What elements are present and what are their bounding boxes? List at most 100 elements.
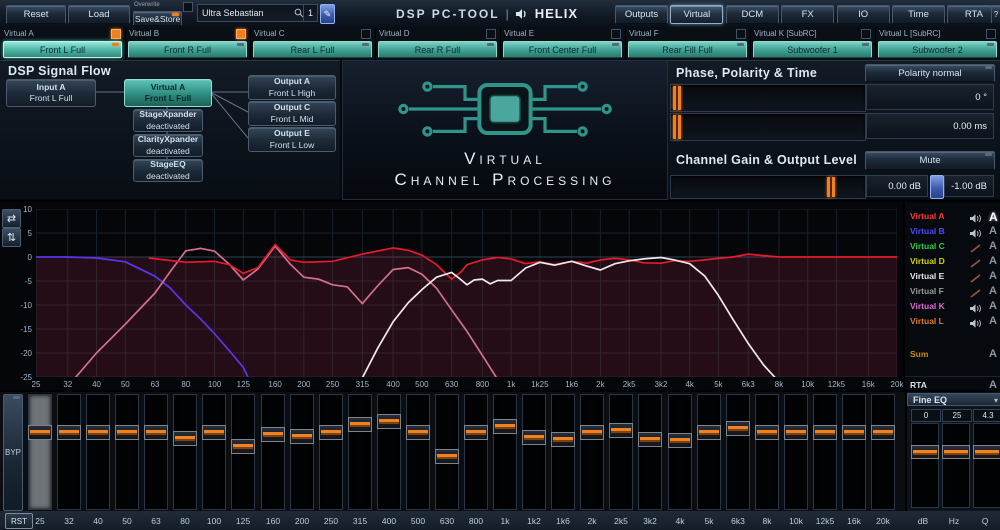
flow-node-output-1[interactable]: Output AFront L High	[248, 75, 336, 100]
chevron-down-icon[interactable]: ▾	[994, 396, 998, 405]
eq-band-track-32[interactable]	[57, 394, 81, 510]
eq-band-handle-20k[interactable]	[871, 425, 895, 440]
speaker-icon[interactable]	[969, 301, 982, 312]
delay-value[interactable]: 0.00 ms	[866, 113, 994, 139]
nav-button-virtual[interactable]: Virtual	[670, 5, 723, 24]
eq-band-handle-8k[interactable]	[755, 425, 779, 440]
eq-band-handle-800[interactable]	[464, 425, 488, 440]
channel-select-button[interactable]: Front Center Full	[503, 41, 622, 58]
fine-eq-value-q[interactable]: 4.3	[973, 409, 1000, 422]
help-button[interactable]: ?	[991, 5, 1000, 24]
eq-band-track-1k[interactable]	[493, 394, 517, 510]
flow-node-output-2[interactable]: Output CFront L Mid	[248, 101, 336, 126]
flow-node-processor-1[interactable]: StageXpanderdeactivated	[133, 109, 203, 132]
eq-bypass-button[interactable]: BYP	[3, 394, 23, 511]
channel-a-button[interactable]: A	[989, 240, 997, 252]
eq-band-track-100[interactable]	[202, 394, 226, 510]
channel-select-button[interactable]: Subwoofer 1	[753, 41, 872, 58]
speaker-icon[interactable]	[969, 316, 982, 327]
fine-eq-handle[interactable]	[973, 445, 1000, 459]
eq-band-track-80[interactable]	[173, 394, 197, 510]
eq-band-track-125[interactable]	[231, 394, 255, 510]
speaker-icon[interactable]	[969, 226, 982, 237]
eq-band-track-4k[interactable]	[668, 394, 692, 510]
virtual-channel-checkbox[interactable]	[736, 29, 746, 39]
eq-band-track-500[interactable]	[406, 394, 430, 510]
channel-a-button[interactable]: A	[989, 315, 997, 327]
flow-node-input[interactable]: Input AFront L Full	[6, 79, 96, 107]
muted-slash-icon[interactable]	[969, 241, 982, 252]
eq-band-track-10k[interactable]	[784, 394, 808, 510]
eq-band-track-5k[interactable]	[697, 394, 721, 510]
eq-band-handle-6k3[interactable]	[726, 421, 750, 436]
gain-slider[interactable]	[670, 175, 866, 199]
channel-a-button[interactable]: A	[989, 285, 997, 297]
fine-eq-handle[interactable]	[942, 445, 970, 459]
muted-slash-icon[interactable]	[969, 256, 982, 267]
eq-band-handle-10k[interactable]	[784, 425, 808, 440]
fine-eq-handle[interactable]	[911, 445, 939, 459]
channel-select-button[interactable]: Rear R Full	[378, 41, 497, 58]
nav-button-io[interactable]: IO	[837, 5, 890, 24]
nav-button-time[interactable]: Time	[892, 5, 945, 24]
eq-band-handle-160[interactable]	[261, 427, 285, 442]
eq-band-track-200[interactable]	[290, 394, 314, 510]
eq-band-track-63[interactable]	[144, 394, 168, 510]
eq-band-handle-315[interactable]	[348, 417, 372, 432]
eq-band-handle-12k5[interactable]	[813, 425, 837, 440]
eq-band-track-16k[interactable]	[842, 394, 866, 510]
eq-band-track-250[interactable]	[319, 394, 343, 510]
channel-select-button[interactable]: Front R Full	[128, 41, 247, 58]
eq-reset-button[interactable]: RST	[5, 513, 33, 529]
eq-band-track-2k[interactable]	[580, 394, 604, 510]
eq-band-handle-1k6[interactable]	[551, 432, 575, 447]
virtual-channel-checkbox[interactable]	[361, 29, 371, 39]
overwrite-checkbox[interactable]	[183, 2, 193, 12]
channel-a-button[interactable]: A	[989, 225, 997, 237]
gain-slider-handle[interactable]	[827, 177, 835, 197]
flow-node-processor-2[interactable]: ClarityXpanderdeactivated	[133, 134, 203, 157]
eq-band-track-630[interactable]	[435, 394, 459, 510]
phase-slider[interactable]	[670, 84, 866, 112]
nav-button-fx[interactable]: FX	[781, 5, 834, 24]
load-button[interactable]: Load	[68, 5, 130, 24]
eq-band-handle-1k[interactable]	[493, 419, 517, 434]
eq-band-track-25[interactable]	[28, 394, 52, 510]
channel-a-button[interactable]: A	[989, 300, 997, 312]
muted-slash-icon[interactable]	[969, 286, 982, 297]
eq-band-handle-1k2[interactable]	[522, 430, 546, 445]
eq-band-handle-4k[interactable]	[668, 433, 692, 448]
eq-band-handle-25[interactable]	[28, 425, 52, 440]
eq-band-handle-200[interactable]	[290, 429, 314, 444]
eq-band-track-2k5[interactable]	[609, 394, 633, 510]
eq-band-handle-63[interactable]	[144, 425, 168, 440]
eq-band-handle-2k[interactable]	[580, 425, 604, 440]
eq-band-handle-50[interactable]	[115, 425, 139, 440]
flow-node-virtual[interactable]: Virtual AFront L Full	[124, 79, 212, 107]
eq-band-handle-250[interactable]	[319, 425, 343, 440]
eq-band-handle-32[interactable]	[57, 425, 81, 440]
virtual-channel-checkbox[interactable]	[611, 29, 621, 39]
eq-band-handle-2k5[interactable]	[609, 423, 633, 438]
fine-eq-value-hz[interactable]: 25	[942, 409, 972, 422]
channel-select-button[interactable]: Subwoofer 2	[878, 41, 997, 58]
fine-eq-header[interactable]: Fine EQ▾	[907, 393, 1000, 406]
fine-eq-slider-q[interactable]	[973, 423, 1000, 508]
channel-a-button[interactable]: A	[989, 210, 998, 224]
eq-band-track-6k3[interactable]	[726, 394, 750, 510]
polarity-button[interactable]: Polarity normal	[865, 64, 995, 82]
eq-band-handle-40[interactable]	[86, 425, 110, 440]
eq-band-handle-400[interactable]	[377, 414, 401, 429]
virtual-channel-checkbox[interactable]	[111, 29, 121, 39]
setup-number-field[interactable]: 1	[303, 4, 318, 22]
eq-band-track-400[interactable]	[377, 394, 401, 510]
mute-button[interactable]: Mute	[865, 151, 995, 170]
flow-node-processor-3[interactable]: StageEQdeactivated	[133, 159, 203, 182]
reset-button[interactable]: Reset	[6, 5, 66, 24]
channel-select-button[interactable]: Rear Fill Full	[628, 41, 747, 58]
delay-slider-handle[interactable]	[673, 115, 681, 139]
phase-value[interactable]: 0 °	[866, 84, 994, 110]
virtual-channel-checkbox[interactable]	[986, 29, 996, 39]
channel-select-button[interactable]: Front L Full	[3, 41, 122, 58]
eq-band-handle-80[interactable]	[173, 431, 197, 446]
